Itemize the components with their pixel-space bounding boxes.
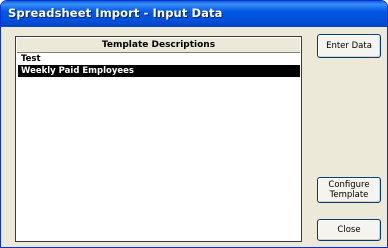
- window-title: Spreadsheet Import - Input Data: [8, 6, 223, 20]
- list-item-test[interactable]: Test: [18, 53, 300, 65]
- enter-data-label: Enter Data: [326, 41, 372, 51]
- list-item-weekly-paid-employees[interactable]: Weekly Paid Employees: [18, 65, 300, 77]
- template-list[interactable]: Template Descriptions Test Weekly Paid E…: [15, 36, 302, 242]
- column-header-template-descriptions[interactable]: Template Descriptions: [17, 38, 300, 53]
- close-button[interactable]: Close: [317, 219, 381, 241]
- import-window: Spreadsheet Import - Input Data Template…: [0, 0, 388, 248]
- configure-label-line1: Configure: [328, 180, 370, 190]
- configure-template-button[interactable]: Configure Template: [317, 177, 381, 203]
- enter-data-button[interactable]: Enter Data: [317, 34, 381, 58]
- configure-label-line2: Template: [329, 190, 369, 200]
- close-label: Close: [337, 225, 361, 235]
- title-bar[interactable]: Spreadsheet Import - Input Data: [1, 1, 387, 27]
